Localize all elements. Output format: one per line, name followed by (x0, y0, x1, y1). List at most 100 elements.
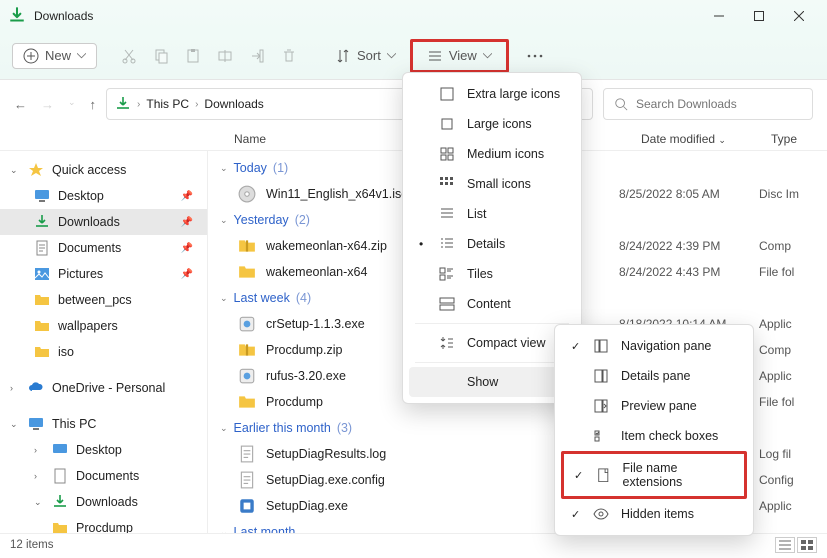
file-icon (238, 497, 256, 515)
sidebar-item-iso[interactable]: iso (0, 339, 207, 365)
sidebar-pc-desktop[interactable]: ›Desktop (0, 437, 207, 463)
desktop-icon (52, 442, 68, 458)
view-menu-medium-icons[interactable]: Medium icons (409, 139, 575, 169)
file-icon (238, 185, 256, 203)
titlebar: Downloads (0, 0, 827, 32)
file-type: Log fil (759, 447, 815, 461)
close-button[interactable] (779, 0, 819, 32)
column-date[interactable]: Date modified ⌄ (641, 132, 771, 146)
file-date: 8/24/2022 4:43 PM (619, 265, 749, 279)
forward-button[interactable]: → (41, 97, 54, 112)
show-menu-hidden-items[interactable]: ✓Hidden items (561, 499, 747, 529)
show-submenu: ✓Navigation paneDetails panePreview pane… (554, 324, 754, 536)
view-button-highlight: View (410, 39, 509, 73)
delete-button[interactable] (275, 42, 303, 70)
documents-icon (34, 240, 50, 256)
downloads-icon (115, 96, 131, 112)
pin-icon: 📌 (181, 269, 193, 280)
sidebar-item-desktop[interactable]: Desktop📌 (0, 183, 207, 209)
sidebar-item-downloads[interactable]: Downloads📌 (0, 209, 207, 235)
recent-button[interactable]: ⌄ (68, 97, 76, 112)
paste-button[interactable] (179, 42, 207, 70)
show-menu-navigation-pane[interactable]: ✓Navigation pane (561, 331, 747, 361)
view-menu-list[interactable]: List (409, 199, 575, 229)
computer-icon (28, 416, 44, 432)
back-button[interactable]: ← (14, 97, 27, 112)
details-view-toggle[interactable] (775, 537, 795, 553)
view-menu-compact-view[interactable]: Compact view (409, 328, 575, 358)
sidebar-onedrive[interactable]: › OneDrive - Personal (0, 375, 207, 401)
folder-icon (34, 318, 50, 334)
sidebar-item-between-pcs[interactable]: between_pcs (0, 287, 207, 313)
view-menu-show[interactable]: Show› (409, 367, 575, 397)
rename-button[interactable] (211, 42, 239, 70)
nav-arrows: ← → ⌄ ↑ (14, 97, 96, 112)
desktop-icon (34, 188, 50, 204)
sidebar-pc-procdump[interactable]: Procdump (0, 515, 207, 533)
file-icon (238, 445, 256, 463)
file-icon (238, 263, 256, 281)
pictures-icon (34, 266, 50, 282)
file-type: Applic (759, 499, 815, 513)
folder-icon (34, 344, 50, 360)
file-icon (238, 367, 256, 385)
view-menu-content[interactable]: Content (409, 289, 575, 319)
breadcrumb-thispc[interactable]: This PC (146, 97, 189, 111)
search-input[interactable] (636, 97, 802, 111)
sidebar-thispc[interactable]: ⌄ This PC (0, 411, 207, 437)
view-menu-tiles[interactable]: Tiles (409, 259, 575, 289)
folder-icon (34, 292, 50, 308)
file-type: File fol (759, 265, 815, 279)
sidebar-item-pictures[interactable]: Pictures📌 (0, 261, 207, 287)
column-type[interactable]: Type (771, 132, 827, 146)
pin-icon: 📌 (181, 191, 193, 202)
view-button[interactable]: View (413, 42, 506, 70)
more-button[interactable] (521, 42, 549, 70)
copy-button[interactable] (147, 42, 175, 70)
file-type: Config (759, 473, 815, 487)
file-icon (238, 341, 256, 359)
sidebar-item-documents[interactable]: Documents📌 (0, 235, 207, 261)
search-box[interactable] (603, 88, 813, 120)
view-menu-small-icons[interactable]: Small icons (409, 169, 575, 199)
new-button[interactable]: New (12, 43, 97, 69)
file-type: Disc Im (759, 187, 815, 201)
status-bar: 12 items (0, 533, 827, 555)
show-menu-item-check-boxes[interactable]: Item check boxes (561, 421, 747, 451)
pin-icon: 📌 (181, 217, 193, 228)
maximize-button[interactable] (739, 0, 779, 32)
up-button[interactable]: ↑ (90, 97, 97, 112)
view-menu-details[interactable]: •Details (409, 229, 575, 259)
file-type: File fol (759, 395, 815, 409)
pin-icon: 📌 (181, 243, 193, 254)
share-button[interactable] (243, 42, 271, 70)
search-icon (614, 97, 628, 111)
sidebar-item-wallpapers[interactable]: wallpapers (0, 313, 207, 339)
downloads-icon (8, 7, 26, 25)
sidebar-pc-documents[interactable]: ›Documents (0, 463, 207, 489)
file-icon (238, 393, 256, 411)
item-count: 12 items (10, 539, 53, 551)
thumb-view-toggle[interactable] (797, 537, 817, 553)
downloads-icon (34, 214, 50, 230)
view-menu-large-icons[interactable]: Large icons (409, 109, 575, 139)
show-menu-preview-pane[interactable]: Preview pane (561, 391, 747, 421)
sort-button[interactable]: Sort (325, 42, 406, 70)
sidebar-quick-access[interactable]: ⌄ Quick access (0, 157, 207, 183)
file-date: 8/25/2022 8:05 AM (619, 187, 749, 201)
cut-button[interactable] (115, 42, 143, 70)
sidebar-pc-downloads[interactable]: ⌄Downloads (0, 489, 207, 515)
file-date: 8/24/2022 4:39 PM (619, 239, 749, 253)
show-menu-details-pane[interactable]: Details pane (561, 361, 747, 391)
downloads-icon (52, 494, 68, 510)
minimize-button[interactable] (699, 0, 739, 32)
file-type: Applic (759, 369, 815, 383)
file-icon (238, 315, 256, 333)
breadcrumb-downloads[interactable]: Downloads (204, 97, 263, 111)
view-menu-extra-large-icons[interactable]: Extra large icons (409, 79, 575, 109)
folder-icon (52, 520, 68, 533)
show-menu-file-name-extensions[interactable]: ✓File name extensions (561, 451, 747, 499)
file-type: Comp (759, 239, 815, 253)
documents-icon (52, 468, 68, 484)
cloud-icon (28, 380, 44, 396)
